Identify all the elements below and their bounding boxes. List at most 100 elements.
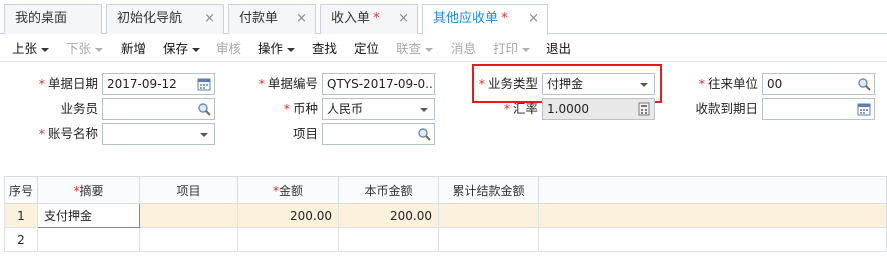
column-header-text: 摘要 [79, 183, 104, 198]
locate-button[interactable]: 定位 [354, 35, 379, 62]
print-button[interactable]: 打印 [493, 35, 531, 62]
exit-button[interactable]: 退出 [546, 35, 571, 62]
new-button[interactable]: 新增 [121, 35, 146, 62]
account-select[interactable] [102, 123, 215, 145]
audit-button[interactable]: 审核 [216, 35, 241, 62]
partner-label: * 往来单位 [680, 74, 758, 94]
date-value: 2017-09-12 [107, 77, 177, 91]
chevron-down-icon[interactable] [640, 83, 648, 87]
prev-button[interactable]: 上张 [12, 35, 50, 62]
doc-no-value: QTYS-2017-09-0... [327, 77, 435, 91]
required-mark: * [478, 76, 485, 91]
filler-cell [538, 227, 887, 252]
tab-income-slip[interactable]: 收入单 * × [320, 4, 418, 34]
partner-label-text: 往来单位 [707, 76, 758, 91]
column-header-amount[interactable]: *金额 [237, 176, 339, 204]
tab-label: 我的桌面 [15, 11, 68, 26]
currency-label: * 币种 [240, 99, 318, 119]
next-label: 下张 [66, 41, 92, 56]
column-header-local-amount[interactable]: 本币金额 [338, 176, 439, 204]
required-mark: * [503, 101, 510, 116]
column-header-seq[interactable]: 序号 [4, 176, 38, 204]
tab-label: 初始化导航 [117, 11, 183, 26]
detail-grid: 序号 *摘要 项目 *金额 本币金额 累计结款金额 1 支付押金 200.00 … [4, 176, 887, 252]
message-button[interactable]: 消息 [451, 35, 476, 62]
currency-label-text: 币种 [292, 101, 318, 116]
calendar-icon[interactable] [857, 102, 871, 116]
search-icon[interactable] [417, 127, 431, 141]
column-header-filler [538, 176, 887, 204]
next-button[interactable]: 下张 [66, 35, 104, 62]
project-cell[interactable] [139, 227, 238, 252]
settled-cell [438, 227, 539, 252]
modified-indicator: * [501, 11, 508, 26]
tab-my-desktop[interactable]: 我的桌面 [4, 4, 102, 34]
project-field[interactable] [322, 123, 435, 145]
local-amount-cell[interactable]: 200.00 [338, 203, 439, 228]
summary-cell[interactable] [37, 227, 140, 252]
chevron-down-icon [522, 47, 531, 52]
table-row[interactable]: 2 [4, 227, 887, 252]
calculator-icon[interactable] [637, 102, 651, 116]
biz-type-label: * 业务类型 [460, 74, 538, 94]
tab-label: 收入单 [331, 11, 371, 26]
linked-query-button[interactable]: 联查 [396, 35, 434, 62]
tab-bar: 我的桌面 初始化导航 × 付款单 × 收入单 * × 其他应收单 * × [0, 0, 887, 35]
action-label: 操作 [258, 41, 284, 56]
biz-type-select[interactable]: 付押金 [542, 73, 655, 95]
column-header-summary[interactable]: *摘要 [37, 176, 140, 204]
chevron-down-icon[interactable] [420, 108, 428, 112]
biz-type-label-text: 业务类型 [487, 76, 538, 91]
account-label: * 账号名称 [20, 124, 98, 144]
rate-field[interactable]: 1.0000 [542, 98, 655, 120]
chevron-down-icon [287, 47, 296, 52]
column-header-text: 序号 [8, 183, 33, 198]
table-row[interactable]: 1 支付押金 200.00 200.00 [4, 203, 887, 228]
save-button[interactable]: 保存 [163, 35, 201, 62]
close-icon[interactable]: × [398, 5, 409, 33]
salesman-field[interactable] [102, 98, 215, 120]
required-mark: * [698, 76, 705, 91]
date-label: * 单据日期 [20, 74, 98, 94]
column-header-text: 累计结款金额 [452, 183, 525, 198]
required-mark: * [38, 76, 45, 91]
doc-no-field[interactable]: QTYS-2017-09-0... [322, 73, 435, 95]
due-date-field[interactable] [762, 98, 875, 120]
project-label-text: 项目 [292, 126, 318, 141]
prev-label: 上张 [12, 41, 38, 56]
exit-label: 退出 [546, 41, 572, 56]
modified-indicator: * [373, 11, 380, 26]
local-amount-cell[interactable] [338, 227, 439, 252]
column-header-settled[interactable]: 累计结款金额 [438, 176, 539, 204]
date-field[interactable]: 2017-09-12 [102, 73, 215, 95]
summary-cell[interactable]: 支付押金 [37, 203, 140, 228]
project-cell[interactable] [139, 203, 238, 228]
search-icon[interactable] [197, 102, 211, 116]
close-icon[interactable]: × [296, 5, 307, 33]
close-icon[interactable]: × [204, 5, 215, 33]
partner-field[interactable]: 00 [762, 73, 875, 95]
chevron-down-icon [425, 47, 434, 52]
tab-payment-slip[interactable]: 付款单 × [228, 4, 316, 34]
currency-value: 人民币 [327, 102, 364, 116]
salesman-label: 业务员 [20, 99, 98, 119]
column-header-text: 金额 [278, 183, 303, 198]
search-icon[interactable] [857, 77, 871, 91]
currency-select[interactable]: 人民币 [322, 98, 435, 120]
amount-cell[interactable] [237, 227, 339, 252]
column-header-project[interactable]: 项目 [139, 176, 238, 204]
save-label: 保存 [163, 41, 189, 56]
tab-other-receivable[interactable]: 其他应收单 * × [422, 4, 548, 35]
amount-cell[interactable]: 200.00 [237, 203, 339, 228]
chevron-down-icon[interactable] [200, 133, 208, 137]
rate-value: 1.0000 [547, 102, 589, 116]
tab-init-navigation[interactable]: 初始化导航 × [106, 4, 224, 34]
close-icon[interactable]: × [528, 5, 539, 33]
find-button[interactable]: 查找 [312, 35, 337, 62]
rate-label: * 汇率 [460, 99, 538, 119]
required-mark: * [258, 76, 265, 91]
calendar-icon[interactable] [197, 77, 211, 91]
filler-cell [538, 203, 887, 228]
action-button[interactable]: 操作 [258, 35, 296, 62]
audit-label: 审核 [216, 41, 242, 56]
